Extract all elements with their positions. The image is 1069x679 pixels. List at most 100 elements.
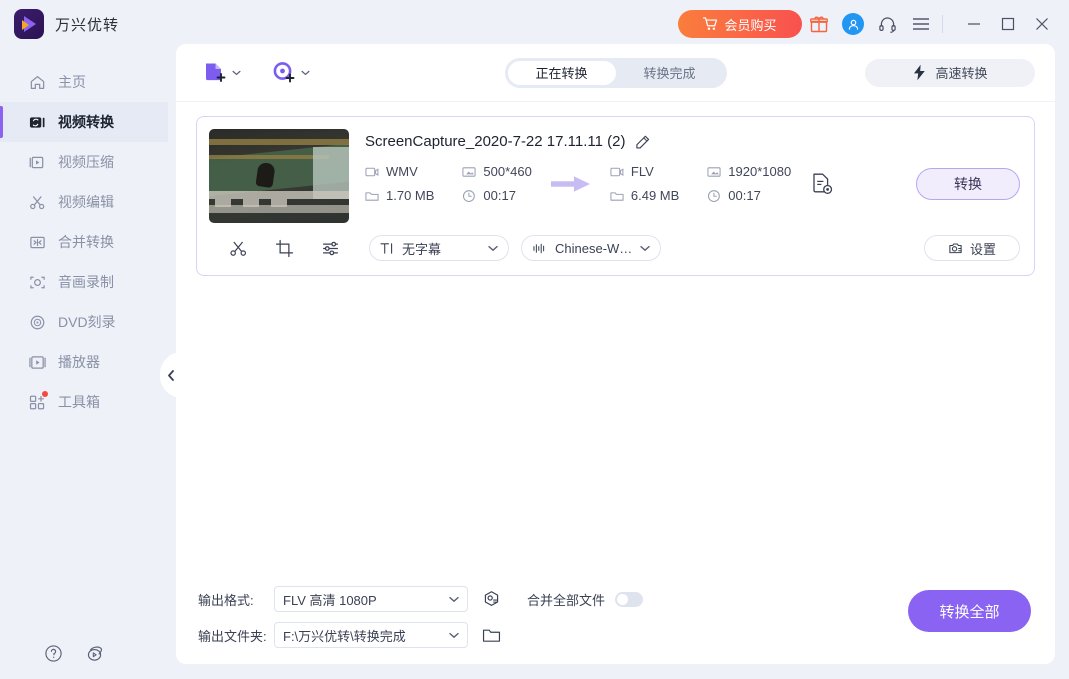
sidebar-item-label: 工具箱: [58, 394, 100, 410]
user-avatar-icon: [842, 13, 864, 35]
target-meta: FLV 1920*1080 6.49 MB 00:17: [610, 164, 791, 203]
resolution-icon: [707, 166, 721, 177]
window-controls: [957, 9, 1059, 39]
video-file-icon: [365, 167, 379, 176]
target-resolution-value: 1920*1080: [728, 164, 792, 179]
app-title: 万兴优转: [55, 16, 120, 34]
disc-icon: [28, 313, 46, 331]
sidebar-item-toolbox[interactable]: 工具箱: [0, 382, 168, 422]
camera-settings-icon: [949, 242, 962, 253]
tab-converted[interactable]: 转换完成: [616, 61, 724, 85]
file-list: ScreenCapture_2020-7-22 17.11.11 (2) WMV…: [176, 102, 1055, 574]
sidebar-item-video-compress[interactable]: 视频压缩: [0, 142, 168, 182]
sidebar-item-player[interactable]: 播放器: [0, 342, 168, 382]
output-format-select[interactable]: FLV 高清 1080P: [274, 586, 468, 612]
output-folder-row: 输出文件夹: F:\万兴优转\转换完成: [198, 620, 1033, 650]
add-disc-button[interactable]: [271, 60, 310, 86]
target-format: FLV: [610, 164, 679, 179]
sidebar-item-label: 播放器: [58, 354, 100, 370]
trim-scissors-icon[interactable]: [215, 233, 261, 263]
conversion-arrow: [532, 174, 610, 194]
target-size-value: 6.49 MB: [630, 188, 680, 203]
sidebar-nav: 主页 视频转换 视频压缩 视频编辑 合并转换 音画录制 DVD刻录 播放器 工具…: [0, 48, 168, 422]
source-resolution: 500*460: [462, 164, 532, 179]
close-icon[interactable]: [1025, 9, 1059, 39]
sidebar-item-record[interactable]: 音画录制: [0, 262, 168, 302]
file-name: ScreenCapture_2020-7-22 17.11.11 (2): [365, 133, 626, 150]
chevron-down-icon: [232, 70, 241, 75]
edit-pencil-icon[interactable]: [635, 134, 651, 150]
user-account-button[interactable]: [836, 7, 870, 41]
source-meta: WMV 500*460 1.70 MB 00:17: [365, 164, 532, 203]
output-folder-select[interactable]: F:\万兴优转\转换完成: [274, 622, 468, 648]
clock-icon: [463, 189, 476, 202]
audio-track-value: Chinese-Win...: [555, 240, 633, 256]
status-tabs: 正在转换 转换完成: [504, 57, 727, 88]
crop-icon[interactable]: [261, 233, 307, 263]
gift-icon[interactable]: [802, 7, 836, 41]
titlebar-actions: 会员购买: [678, 7, 1069, 41]
convert-button[interactable]: 转换: [916, 167, 1020, 200]
convert-all-button[interactable]: 转换全部: [908, 590, 1031, 632]
help-question-icon[interactable]: [44, 644, 63, 663]
minimize-icon[interactable]: [957, 9, 991, 39]
file-card[interactable]: ScreenCapture_2020-7-22 17.11.11 (2) WMV…: [196, 116, 1035, 276]
audio-track-select[interactable]: Chinese-Win...: [521, 235, 661, 261]
toolbox-icon: [28, 391, 48, 411]
target-size: 6.49 MB: [610, 188, 679, 203]
buy-membership-label: 会员购买: [724, 17, 777, 33]
sidebar-footer: [0, 644, 168, 663]
file-meta-row: WMV 500*460 1.70 MB 00:17 FLV 1920*1080 …: [365, 164, 1020, 203]
high-speed-convert-button[interactable]: 高速转换: [865, 58, 1035, 87]
toolbox-badge-dot: [42, 391, 48, 397]
folder-icon: [610, 191, 624, 201]
app-brand: 万兴优转: [0, 9, 119, 39]
compress-icon: [28, 153, 46, 171]
record-icon: [28, 273, 46, 291]
target-resolution: 1920*1080: [707, 164, 791, 179]
open-folder-icon[interactable]: [482, 626, 501, 644]
format-settings-icon[interactable]: [482, 590, 501, 609]
file-settings-button[interactable]: 设置: [924, 235, 1020, 261]
chevron-left-icon: [168, 369, 174, 381]
add-file-button[interactable]: [202, 60, 241, 86]
content-toolbar: 正在转换 转换完成 高速转换: [176, 44, 1055, 102]
add-disc-icon: [273, 61, 295, 82]
subtitle-text-icon: [380, 242, 393, 254]
target-duration: 00:17: [707, 188, 791, 203]
source-format-value: WMV: [386, 164, 418, 179]
tab-converting[interactable]: 正在转换: [507, 60, 616, 85]
sidebar-item-home[interactable]: 主页: [0, 62, 168, 102]
effects-sliders-icon[interactable]: [307, 233, 353, 263]
buy-membership-button[interactable]: 会员购买: [678, 10, 802, 38]
maximize-icon[interactable]: [991, 9, 1025, 39]
video-thumbnail[interactable]: [209, 129, 349, 223]
file-gear-icon[interactable]: [809, 171, 835, 197]
chevron-down-icon: [640, 245, 650, 251]
source-duration-value: 00:17: [483, 188, 516, 203]
title-bar: 万兴优转 会员购买: [0, 0, 1069, 48]
cart-icon: [703, 17, 718, 30]
chevron-down-icon: [449, 632, 459, 638]
sidebar-item-video-edit[interactable]: 视频编辑: [0, 182, 168, 222]
output-folder-value: F:\万兴优转\转换完成: [283, 628, 406, 644]
headset-support-icon[interactable]: [870, 7, 904, 41]
sidebar-item-label: DVD刻录: [58, 314, 116, 330]
sidebar-item-label: 音画录制: [58, 274, 114, 290]
sidebar-item-dvd-burn[interactable]: DVD刻录: [0, 302, 168, 342]
player-icon: [28, 353, 46, 371]
sidebar-item-merge-convert[interactable]: 合并转换: [0, 222, 168, 262]
source-duration: 00:17: [462, 188, 531, 203]
merge-all-toggle[interactable]: [615, 591, 644, 607]
target-duration-value: 00:17: [728, 188, 761, 203]
scissors-icon: [28, 193, 46, 211]
sidebar-item-video-convert[interactable]: 视频转换: [0, 102, 168, 142]
hamburger-menu-icon[interactable]: [904, 7, 938, 41]
source-resolution-value: 500*460: [483, 164, 532, 179]
subtitle-select[interactable]: 无字幕: [369, 235, 509, 261]
output-format-label: 输出格式:: [198, 592, 254, 608]
sidebar-item-label: 视频编辑: [58, 194, 114, 210]
feedback-icon[interactable]: [85, 644, 105, 663]
app-logo-icon: [14, 9, 44, 39]
audio-wave-icon: [533, 243, 545, 253]
